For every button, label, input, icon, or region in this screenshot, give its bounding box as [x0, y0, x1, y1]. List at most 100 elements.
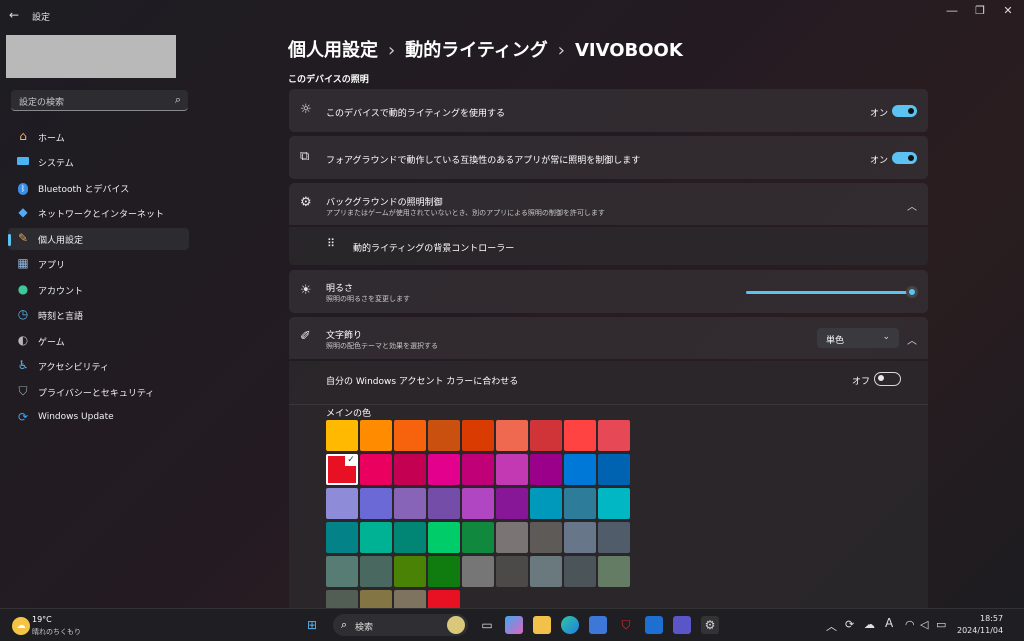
- sidebar-item-network[interactable]: ◆ ネットワークとインターネット: [8, 202, 189, 224]
- color-swatch[interactable]: [530, 488, 562, 519]
- color-swatch[interactable]: [530, 522, 562, 553]
- mcafee-icon[interactable]: ⛉: [617, 616, 635, 634]
- background-control-card[interactable]: ⚙ バックグラウンドの照明制御 アプリまたはゲームが使用されていないとき、別のア…: [289, 183, 928, 225]
- wifi-icon[interactable]: ◠: [905, 618, 915, 631]
- color-swatch[interactable]: [394, 420, 426, 451]
- color-swatch[interactable]: [394, 522, 426, 553]
- color-swatch[interactable]: [462, 556, 494, 587]
- color-swatch[interactable]: [530, 420, 562, 451]
- chevron-up-icon[interactable]: ︿: [826, 618, 837, 634]
- color-swatch[interactable]: [462, 420, 494, 451]
- back-arrow-icon[interactable]: ←: [9, 8, 19, 22]
- store-icon[interactable]: [589, 616, 607, 634]
- color-swatch[interactable]: [360, 420, 392, 451]
- color-swatch[interactable]: [598, 522, 630, 553]
- color-swatch[interactable]: [564, 522, 596, 553]
- sidebar-item-gaming[interactable]: ◐ ゲーム: [8, 330, 189, 352]
- effect-dropdown[interactable]: 単色 ⌄: [817, 328, 899, 348]
- brightness-slider-track[interactable]: [746, 291, 912, 294]
- apps-control-icon: ⧉: [300, 149, 310, 164]
- sidebar-item-accessibility[interactable]: ♿ アクセシビリティ: [8, 355, 189, 377]
- search-icon: ⌕: [341, 618, 348, 631]
- sidebar-item-home[interactable]: ⌂ ホーム: [8, 126, 189, 148]
- color-swatch[interactable]: [428, 522, 460, 553]
- brightness-slider-thumb[interactable]: [906, 286, 918, 298]
- copilot-icon[interactable]: [505, 616, 523, 634]
- close-button[interactable]: ✕: [996, 4, 1020, 17]
- app-icon[interactable]: [673, 616, 691, 634]
- color-swatch[interactable]: [428, 420, 460, 451]
- color-swatch-selected[interactable]: ✓: [326, 454, 358, 485]
- color-swatch[interactable]: [360, 488, 392, 519]
- color-swatch[interactable]: [326, 522, 358, 553]
- color-swatch[interactable]: [462, 522, 494, 553]
- color-swatch[interactable]: [326, 556, 358, 587]
- color-swatch[interactable]: [496, 556, 528, 587]
- breadcrumb-separator: ›: [388, 40, 396, 61]
- color-swatch[interactable]: [394, 454, 426, 485]
- chevron-up-icon[interactable]: ︿: [907, 332, 917, 347]
- color-swatch[interactable]: [428, 556, 460, 587]
- sidebar-item-apps[interactable]: ▦ アプリ: [8, 253, 189, 275]
- color-swatch[interactable]: [360, 454, 392, 485]
- color-swatch[interactable]: [326, 420, 358, 451]
- settings-search-input[interactable]: 設定の検索 ⌕: [11, 90, 188, 111]
- background-controller-row: ⠿ 動的ライティングの背景コントローラー: [289, 227, 928, 265]
- color-swatch[interactable]: [598, 454, 630, 485]
- color-swatch[interactable]: [428, 488, 460, 519]
- start-icon[interactable]: ⊞: [303, 616, 321, 634]
- color-swatch[interactable]: [428, 454, 460, 485]
- sidebar-item-privacy[interactable]: ⛉ プライバシーとセキュリティ: [8, 381, 189, 403]
- gaming-icon: ◐: [17, 333, 29, 347]
- color-swatch[interactable]: [496, 420, 528, 451]
- color-swatch[interactable]: [564, 488, 596, 519]
- color-swatch[interactable]: [360, 522, 392, 553]
- accent-match-toggle[interactable]: [874, 372, 901, 386]
- cloud-icon[interactable]: ☁: [864, 618, 875, 631]
- color-swatch[interactable]: [530, 556, 562, 587]
- volume-icon[interactable]: ◁: [920, 618, 928, 631]
- settings-app-icon[interactable]: ⚙: [701, 616, 719, 634]
- color-swatch[interactable]: [564, 420, 596, 451]
- use-dynamic-lighting-toggle[interactable]: [892, 105, 917, 117]
- chevron-up-icon[interactable]: ︿: [907, 198, 917, 213]
- file-explorer-icon[interactable]: [533, 616, 551, 634]
- color-swatch[interactable]: [564, 556, 596, 587]
- drag-handle-icon[interactable]: ⠿: [327, 237, 335, 250]
- sidebar-item-windows-update[interactable]: ⟳ Windows Update: [8, 407, 189, 429]
- search-icon[interactable]: ⌕: [175, 93, 181, 107]
- taskbar-search[interactable]: ⌕ 検索: [333, 614, 468, 636]
- battery-icon[interactable]: ▭: [936, 618, 946, 631]
- breadcrumb-dynamic-lighting[interactable]: 動的ライティング: [405, 40, 548, 61]
- color-swatch[interactable]: [564, 454, 596, 485]
- color-swatch[interactable]: [394, 488, 426, 519]
- color-swatch[interactable]: [360, 556, 392, 587]
- color-swatch[interactable]: [496, 488, 528, 519]
- edge-icon[interactable]: [561, 616, 579, 634]
- color-swatch[interactable]: [326, 488, 358, 519]
- color-swatch[interactable]: [394, 556, 426, 587]
- clock[interactable]: 18:57 2024/11/04: [957, 613, 1003, 637]
- sidebar-item-time-language[interactable]: ◷ 時刻と言語: [8, 304, 189, 326]
- task-view-icon[interactable]: ▭: [478, 616, 496, 634]
- color-swatch[interactable]: [530, 454, 562, 485]
- mail-icon[interactable]: [645, 616, 663, 634]
- color-swatch[interactable]: [598, 420, 630, 451]
- sync-icon[interactable]: ⟳: [845, 618, 854, 631]
- sidebar-item-system[interactable]: システム: [8, 151, 189, 173]
- sidebar-item-bluetooth[interactable]: ᛒ Bluetooth とデバイス: [8, 177, 189, 199]
- color-swatch[interactable]: [462, 454, 494, 485]
- breadcrumb-personalization[interactable]: 個人用設定: [288, 40, 378, 61]
- maximize-button[interactable]: ❐: [968, 4, 992, 17]
- sidebar-item-accounts[interactable]: ● アカウント: [8, 279, 189, 301]
- color-swatch[interactable]: [598, 488, 630, 519]
- user-profile-card[interactable]: [6, 35, 176, 78]
- color-swatch[interactable]: [496, 454, 528, 485]
- minimize-button[interactable]: ―: [940, 4, 964, 17]
- color-swatch[interactable]: [598, 556, 630, 587]
- color-swatch[interactable]: [496, 522, 528, 553]
- color-swatch[interactable]: [462, 488, 494, 519]
- ime-indicator[interactable]: A: [885, 616, 893, 630]
- foreground-control-toggle[interactable]: [892, 152, 917, 164]
- sidebar-item-personalization[interactable]: ✎ 個人用設定: [8, 228, 189, 250]
